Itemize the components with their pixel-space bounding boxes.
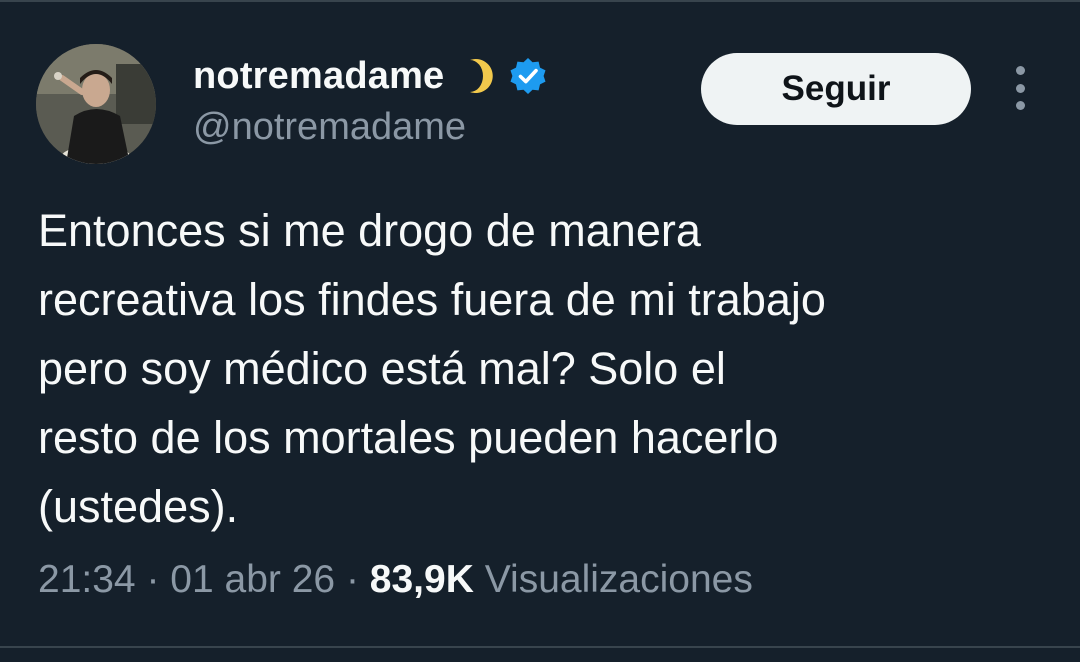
tweet-card: notremadame @notremadame Seguir Entonces… (0, 0, 1080, 662)
display-name-row[interactable]: notremadame (193, 52, 548, 100)
tweet-time[interactable]: 21:34 (38, 558, 136, 601)
meta-separator: · (146, 558, 160, 601)
tweet-meta: 21:34 · 01 abr 26 · 83,9K Visualizacione… (38, 558, 753, 602)
meta-separator: · (345, 558, 359, 601)
tweet-date[interactable]: 01 abr 26 (170, 558, 335, 601)
verified-badge-icon[interactable] (508, 56, 548, 96)
divider (0, 0, 1080, 2)
avatar[interactable] (36, 44, 156, 164)
avatar-photo (36, 44, 156, 164)
more-options-icon[interactable] (1000, 66, 1040, 110)
follow-button[interactable]: Seguir (701, 53, 971, 125)
moon-icon (456, 56, 496, 96)
display-name[interactable]: notremadame (193, 55, 444, 98)
tweet-text-line: Entonces si me drogo de manera (38, 205, 701, 256)
tweet-text-line: recreativa los findes fuera de mi trabaj… (38, 274, 826, 325)
views-count[interactable]: 83,9K (370, 558, 474, 601)
views-label[interactable]: Visualizaciones (485, 558, 753, 601)
tweet-text-line: pero soy médico está mal? Solo el (38, 343, 726, 394)
more-dot (1015, 66, 1025, 75)
tweet-text: Entonces si me drogo de manera recreativ… (38, 196, 1048, 541)
tweet-text-line: (ustedes). (38, 481, 239, 532)
tweet-text-line: resto de los mortales pueden hacerlo (38, 412, 779, 463)
more-dot (1015, 101, 1025, 110)
divider (0, 646, 1080, 648)
user-handle[interactable]: @notremadame (193, 106, 466, 149)
more-dot (1015, 83, 1025, 93)
